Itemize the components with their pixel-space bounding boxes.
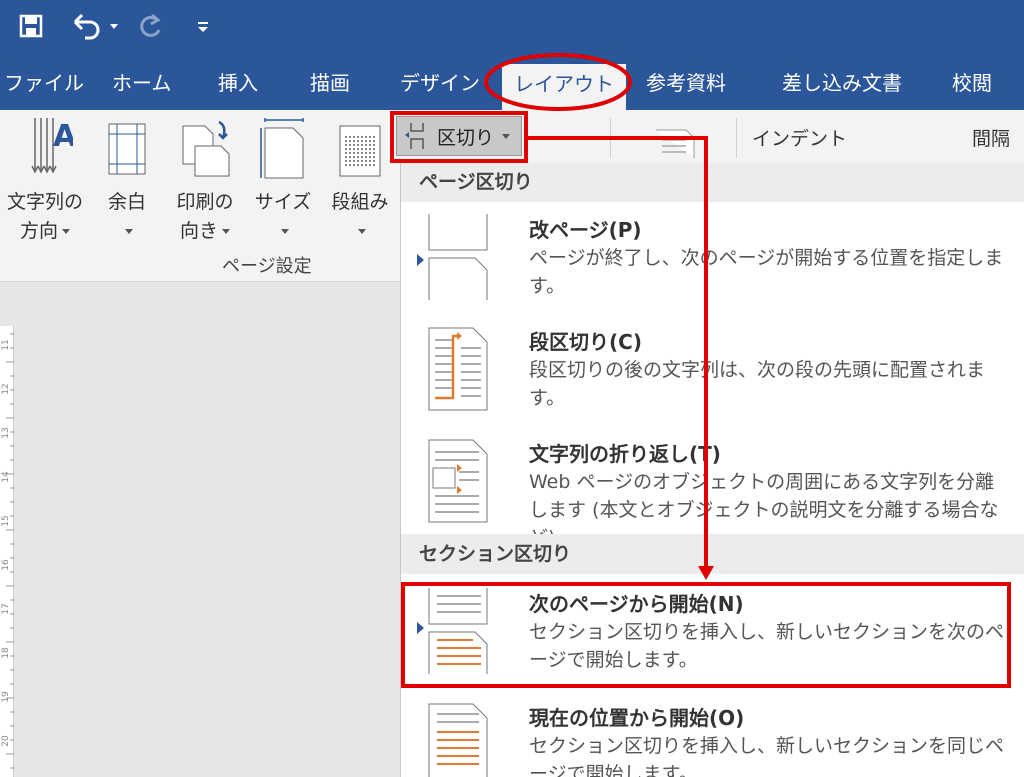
breaks-label: 区切り — [437, 126, 495, 149]
ruler-number: 19 — [1, 691, 11, 703]
ribbon-divider — [736, 118, 737, 158]
ribbon-divider — [610, 118, 611, 158]
tab-references[interactable]: 参考資料 — [646, 68, 726, 98]
ruler-number: 12 — [1, 383, 11, 395]
tab-design[interactable]: デザイン — [400, 68, 480, 98]
breaks-dropdown-menu: ページ区切り 改ページ(P) ページが終了し、次のページが開始する位置を指定しま… — [400, 162, 1024, 777]
tab-layout[interactable]: レイアウト — [502, 64, 626, 110]
indent-label: インデント — [752, 128, 848, 150]
dropdown-caret-icon — [281, 229, 289, 234]
orientation-button[interactable]: 印刷の 向き — [170, 116, 240, 246]
hyphenation-icon[interactable] — [652, 126, 698, 158]
save-icon[interactable] — [14, 8, 48, 44]
dropdown-caret-icon — [222, 229, 230, 234]
ruler-number: 17 — [1, 603, 11, 615]
ruler-number: 15 — [1, 515, 11, 527]
continuous-section-icon — [423, 702, 493, 777]
dropdown-caret-icon — [62, 229, 70, 234]
tab-draw[interactable]: 描画 — [310, 68, 350, 98]
menu-item-title: 次のページから開始(N) — [529, 592, 744, 616]
breaks-icon — [403, 121, 431, 151]
dropdown-caret-icon — [502, 133, 511, 139]
ruler-number: 11 — [1, 339, 11, 351]
section-breaks-header: セクション区切り — [401, 534, 1024, 574]
next-page-section-icon — [423, 588, 493, 678]
ribbon-tab-bar: ファイル ホーム 挿入 描画 デザイン レイアウト 参考資料 差し込み文書 校閲 — [0, 54, 1024, 110]
text-direction-button[interactable]: A 文字列の 方向 — [0, 116, 90, 246]
menu-item-description: セクション区切りを挿入し、新しいセクションを次のページで開始します。 — [529, 621, 1005, 671]
tab-home[interactable]: ホーム — [112, 68, 171, 98]
menu-item-continuous[interactable]: 現在の位置から開始(O) セクション区切りを挿入し、新しいセクションを同じページ… — [401, 702, 1024, 777]
redo-icon[interactable] — [134, 8, 168, 44]
menu-item-description: 段区切りの後の文字列は、次の段の先頭に配置されます。 — [529, 359, 986, 409]
orientation-label-1: 印刷の — [176, 191, 234, 213]
margins-icon — [103, 116, 151, 188]
menu-item-text-wrapping[interactable]: 文字列の折り返し(T) Web ページのオブジェクトの周囲にある文字列を分離しま… — [401, 438, 1024, 549]
menu-item-title: 段区切り(C) — [529, 330, 642, 354]
quick-access-toolbar — [0, 0, 1024, 54]
menu-item-title: 改ページ(P) — [529, 218, 642, 242]
size-button[interactable]: サイズ — [252, 116, 314, 246]
margins-button[interactable]: 余白 — [98, 116, 156, 246]
breaks-button[interactable]: 区切り — [396, 116, 522, 156]
ruler-number: 14 — [1, 471, 11, 483]
customize-icon[interactable] — [192, 8, 214, 44]
ruler-number: 13 — [1, 427, 11, 439]
menu-item-column-break[interactable]: 段区切り(C) 段区切りの後の文字列は、次の段の先頭に配置されます。 — [401, 326, 1024, 426]
text-wrapping-icon — [423, 438, 493, 528]
spacing-label: 間隔 — [972, 128, 1011, 150]
document-area — [0, 282, 400, 777]
tab-file[interactable]: ファイル — [4, 68, 84, 98]
menu-item-description: セクション区切りを挿入し、新しいセクションを同じページで開始します。 — [529, 735, 1005, 777]
menu-item-title: 現在の位置から開始(O) — [529, 706, 745, 730]
dropdown-caret-icon — [358, 229, 366, 234]
svg-text:A: A — [53, 119, 73, 154]
orientation-label-2: 向き — [179, 220, 218, 242]
orientation-icon — [175, 116, 235, 188]
margins-label: 余白 — [107, 191, 146, 213]
ruler-number: 20 — [1, 735, 11, 747]
size-icon — [257, 116, 309, 188]
page-setup-group-label: ページ設定 — [222, 256, 312, 277]
menu-item-description: ページが終了し、次のページが開始する位置を指定します。 — [529, 247, 1004, 297]
tab-insert[interactable]: 挿入 — [218, 68, 258, 98]
tab-review[interactable]: 校閲 — [952, 68, 992, 98]
text-direction-icon: A — [17, 116, 77, 188]
columns-button[interactable]: 段組み — [324, 116, 396, 246]
menu-item-page-break[interactable]: 改ページ(P) ページが終了し、次のページが開始する位置を指定します。 — [401, 214, 1024, 314]
menu-item-title: 文字列の折り返し(T) — [529, 442, 721, 466]
undo-icon[interactable] — [66, 8, 120, 44]
column-break-icon — [423, 326, 493, 416]
columns-icon — [334, 116, 386, 188]
text-direction-label-1: 文字列の — [6, 191, 83, 213]
ruler-number: 16 — [1, 559, 11, 571]
menu-item-next-page[interactable]: 次のページから開始(N) セクション区切りを挿入し、新しいセクションを次のページ… — [401, 588, 1024, 688]
page-break-icon — [423, 214, 493, 304]
columns-label: 段組み — [331, 191, 389, 213]
text-direction-label-2: 方向 — [19, 220, 58, 242]
dropdown-caret-icon — [125, 229, 133, 234]
tab-mailings[interactable]: 差し込み文書 — [782, 68, 902, 98]
ruler-number: 18 — [1, 647, 11, 659]
vertical-ruler[interactable]: 11 12 13 14 15 16 17 18 19 20 — [0, 326, 14, 777]
page-breaks-header: ページ区切り — [401, 162, 1024, 202]
size-label: サイズ — [254, 191, 312, 213]
